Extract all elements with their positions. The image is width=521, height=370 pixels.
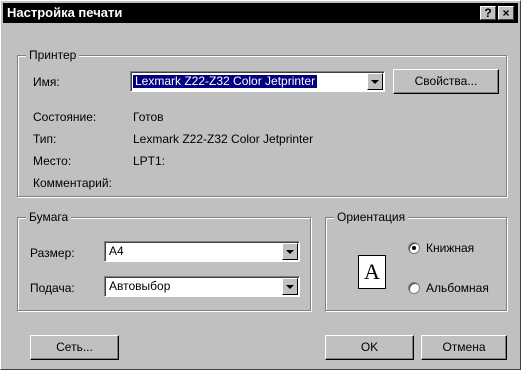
paper-size-label: Размер: <box>30 246 75 260</box>
cancel-button-label: Отмена <box>442 340 486 354</box>
paper-source-value: Автовыбор <box>109 279 171 293</box>
portrait-label[interactable]: Книжная <box>426 241 474 255</box>
ok-button[interactable]: OK <box>325 335 414 360</box>
paper-source-label: Подача: <box>30 281 75 295</box>
landscape-radio[interactable] <box>408 282 420 294</box>
properties-button[interactable]: Свойства... <box>393 69 499 94</box>
status-value: Готов <box>133 110 164 124</box>
print-setup-dialog: Настройка печати ? × Принтер Имя: Lexmar… <box>0 0 521 370</box>
title-bar[interactable]: Настройка печати ? × <box>3 3 518 23</box>
help-button[interactable]: ? <box>480 6 496 20</box>
chevron-down-icon[interactable] <box>367 73 383 90</box>
chevron-down-icon[interactable] <box>282 243 298 260</box>
landscape-label[interactable]: Альбомная <box>426 281 489 295</box>
printer-name-value: Lexmark Z22-Z32 Color Jetprinter <box>133 74 318 88</box>
window-title: Настройка печати <box>7 5 123 20</box>
type-value: Lexmark Z22-Z32 Color Jetprinter <box>133 132 314 146</box>
location-value: LPT1: <box>133 154 166 168</box>
ok-button-label: OK <box>360 340 379 354</box>
properties-button-label: Свойства... <box>414 74 478 88</box>
close-button[interactable]: × <box>498 6 514 20</box>
printer-group-label: Принтер <box>26 48 80 62</box>
paper-group-label: Бумага <box>26 210 72 224</box>
paper-size-select[interactable]: A4 <box>104 241 300 262</box>
type-label: Тип: <box>33 132 57 146</box>
status-label: Состояние: <box>33 110 97 124</box>
portrait-page-icon: A <box>358 255 386 289</box>
printer-name-select[interactable]: Lexmark Z22-Z32 Color Jetprinter <box>130 71 385 92</box>
chevron-down-icon[interactable] <box>282 278 298 295</box>
printer-name-label: Имя: <box>33 75 60 89</box>
network-button[interactable]: Сеть... <box>30 335 119 360</box>
network-button-label: Сеть... <box>56 340 93 354</box>
paper-size-value: A4 <box>109 244 124 258</box>
paper-source-select[interactable]: Автовыбор <box>104 276 300 297</box>
orientation-group-label: Ориентация <box>334 210 409 224</box>
cancel-button[interactable]: Отмена <box>421 335 507 360</box>
portrait-radio[interactable] <box>408 242 420 254</box>
orientation-group: Ориентация <box>325 210 507 311</box>
comment-label: Комментарий: <box>33 176 112 190</box>
location-label: Место: <box>33 154 72 168</box>
